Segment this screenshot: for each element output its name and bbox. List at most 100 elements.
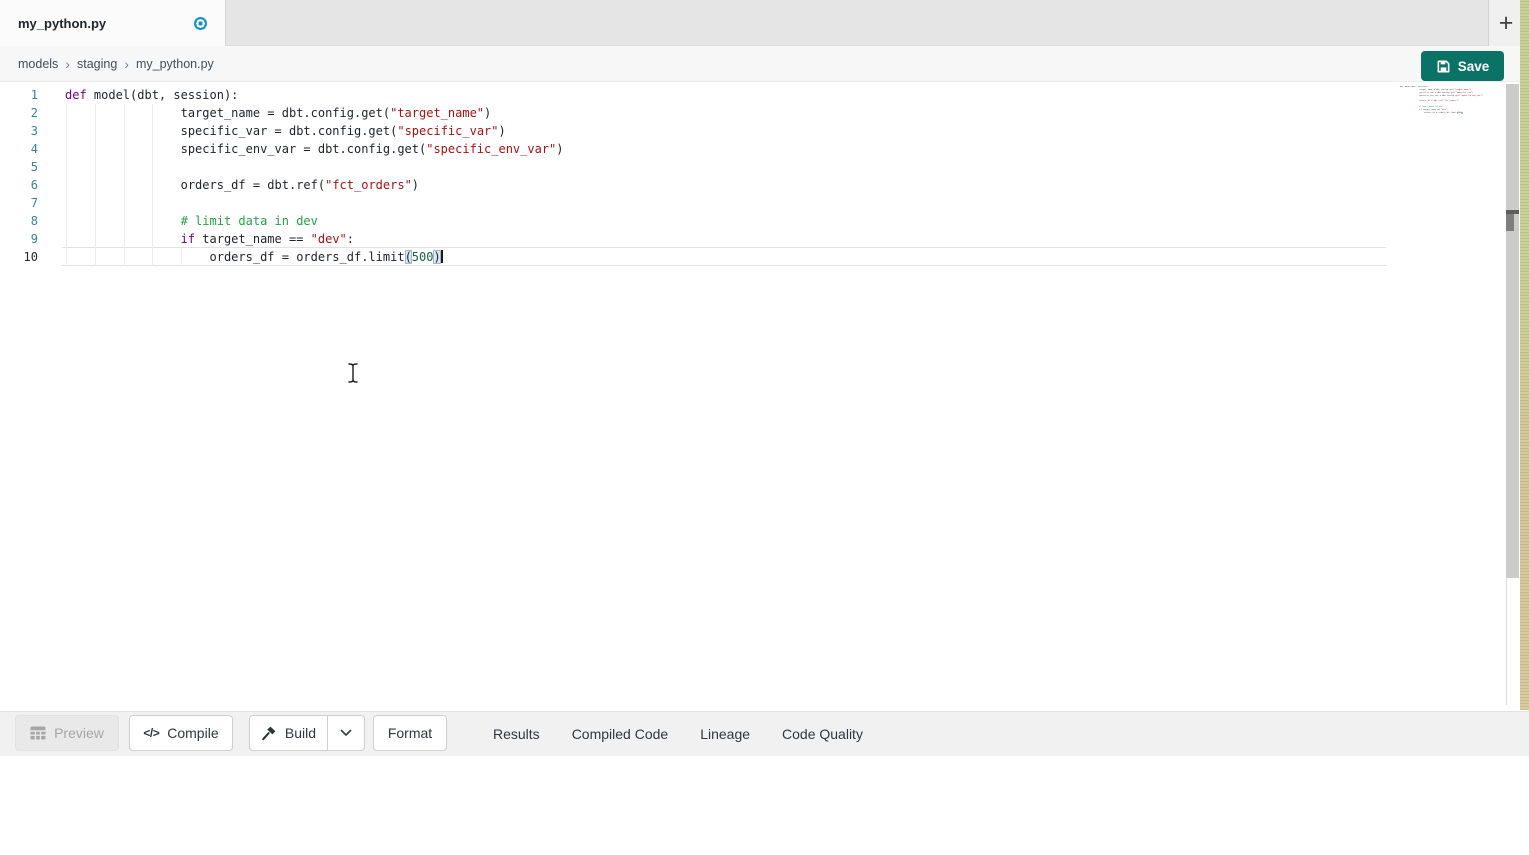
table-grid-icon [30,726,46,740]
line-number-gutter: 12345678910 [0,86,38,266]
token-plain: ) [412,178,419,192]
code-line[interactable]: if target_name == "dev": [65,230,564,248]
code-line[interactable]: specific_env_var = dbt.config.get("speci… [65,140,564,158]
mouse-ibeam-cursor [346,362,360,384]
token-plain: ) [484,106,491,120]
code-line[interactable]: specific_var = dbt.config.get("specific_… [65,122,564,140]
token-string: "specific_env_var" [1460,95,1482,97]
preview-label: Preview [54,725,104,741]
line-number: 4 [0,140,38,158]
token-caret [441,250,443,263]
token-plain: specific_env_var = dbt.config.get( [65,142,426,156]
code-line[interactable]: # limit data in dev [65,212,564,230]
token-plain: target_name = dbt.config.get( [1400,89,1454,91]
editor-scrollbar[interactable] [1506,84,1519,578]
token-string: "specific_var" [1455,92,1472,94]
token-number: 500 [412,250,434,264]
tab-title: my_python.py [18,16,194,31]
token-plain: target_name == [1422,109,1441,111]
token-string: "specific_env_var" [426,142,556,156]
desktop-edge-strip [1520,0,1529,710]
token-plain: ) [1458,100,1459,102]
new-tab-button[interactable]: + [1489,0,1523,46]
code-editor[interactable]: 12345678910 def model(dbt, session): tar… [0,82,1520,705]
code-content[interactable]: def model(dbt, session): target_name = d… [65,86,564,266]
token-plain: ) [499,124,506,138]
tab-results[interactable]: Results [477,712,556,756]
breadcrumb: models › staging › my_python.py [18,46,214,81]
code-line[interactable]: orders_df = dbt.ref("fct_orders") [65,176,564,194]
code-line[interactable] [65,194,564,212]
ide-screen: my_python.py + models › staging › my_pyt… [0,0,1529,855]
line-number: 7 [0,194,38,212]
format-button[interactable]: Format [373,715,447,751]
breadcrumb-staging[interactable]: staging [77,57,117,71]
token-plain: specific_var = dbt.config.get( [65,124,397,138]
bottom-toolbar: Preview </> Compile Build Format Results… [0,711,1529,756]
code-line[interactable]: orders_df = orders_df.limit(500) [1400,112,1504,115]
line-number: 8 [0,212,38,230]
line-number: 10 [0,248,38,266]
token-plain: specific_var = dbt.config.get( [1400,92,1455,94]
token-plain: orders_df = dbt.ref( [65,178,325,192]
floppy-disk-icon [1436,59,1451,74]
line-number: 6 [0,176,38,194]
token-string: "target_name" [390,106,484,120]
token-string: "fct_orders" [325,178,412,192]
token-bracket: ( [405,250,412,264]
code-brackets-icon: </> [143,726,159,740]
token-keyword: def [65,88,87,102]
token-string: "target_name" [1454,89,1470,91]
token-plain [1400,106,1419,108]
token-keyword: if [181,232,195,246]
chevron-right-icon: › [65,57,70,71]
compile-button[interactable]: </> Compile [129,715,233,751]
token-plain: specific_env_var = dbt.config.get( [1400,95,1460,97]
line-number: 2 [0,104,38,122]
token-plain: ) [1482,95,1483,97]
save-label: Save [1458,59,1490,74]
format-label: Format [388,725,432,741]
tab-code-quality[interactable]: Code Quality [766,712,879,756]
token-string: "specific_var" [397,124,498,138]
scrollbar-thumb[interactable] [1506,214,1514,231]
token-string: "dev" [311,232,347,246]
compile-label: Compile [167,725,218,741]
token-plain: model(dbt, session): [87,88,239,102]
token-plain: orders_df = orders_df.limit [1400,112,1457,114]
save-button[interactable]: Save [1421,51,1504,81]
tab-my-python[interactable]: my_python.py [0,0,226,46]
breadcrumb-bar: models › staging › my_python.py Save [0,46,1529,82]
token-comment: # limit data in dev [1419,106,1442,108]
scrollbar-track-edge [1506,578,1507,705]
code-minimap[interactable]: def model(dbt, session): target_name = d… [1400,86,1504,115]
token-plain: ) [556,142,563,156]
line-number: 9 [0,230,38,248]
preview-button[interactable]: Preview [15,715,119,751]
build-button[interactable]: Build [249,715,328,751]
token-string: "fct_orders" [1443,100,1457,102]
results-pane [0,756,1529,855]
token-plain: model(dbt, session): [1404,86,1429,88]
code-line[interactable]: def model(dbt, session): [65,86,564,104]
unsaved-changes-dot-icon [194,17,207,30]
token-comment: # limit data in dev [181,214,318,228]
code-line[interactable]: orders_df = orders_df.limit(500) [65,248,564,266]
token-plain: : [347,232,354,246]
line-number: 5 [0,158,38,176]
editor-tab-bar: my_python.py + [0,0,1529,46]
build-label: Build [285,725,316,741]
tab-compiled-code[interactable]: Compiled Code [556,712,685,756]
token-plain [65,214,181,228]
token-plain: : [1447,109,1448,111]
build-options-button[interactable] [327,715,365,751]
chevron-down-icon [340,729,352,737]
token-plain [1400,109,1419,111]
chevron-right-icon: › [124,57,129,71]
breadcrumb-models[interactable]: models [18,57,58,71]
code-line[interactable]: target_name = dbt.config.get("target_nam… [65,104,564,122]
line-number: 3 [0,122,38,140]
code-line[interactable] [65,158,564,176]
token-plain [65,232,181,246]
tab-lineage[interactable]: Lineage [684,712,766,756]
